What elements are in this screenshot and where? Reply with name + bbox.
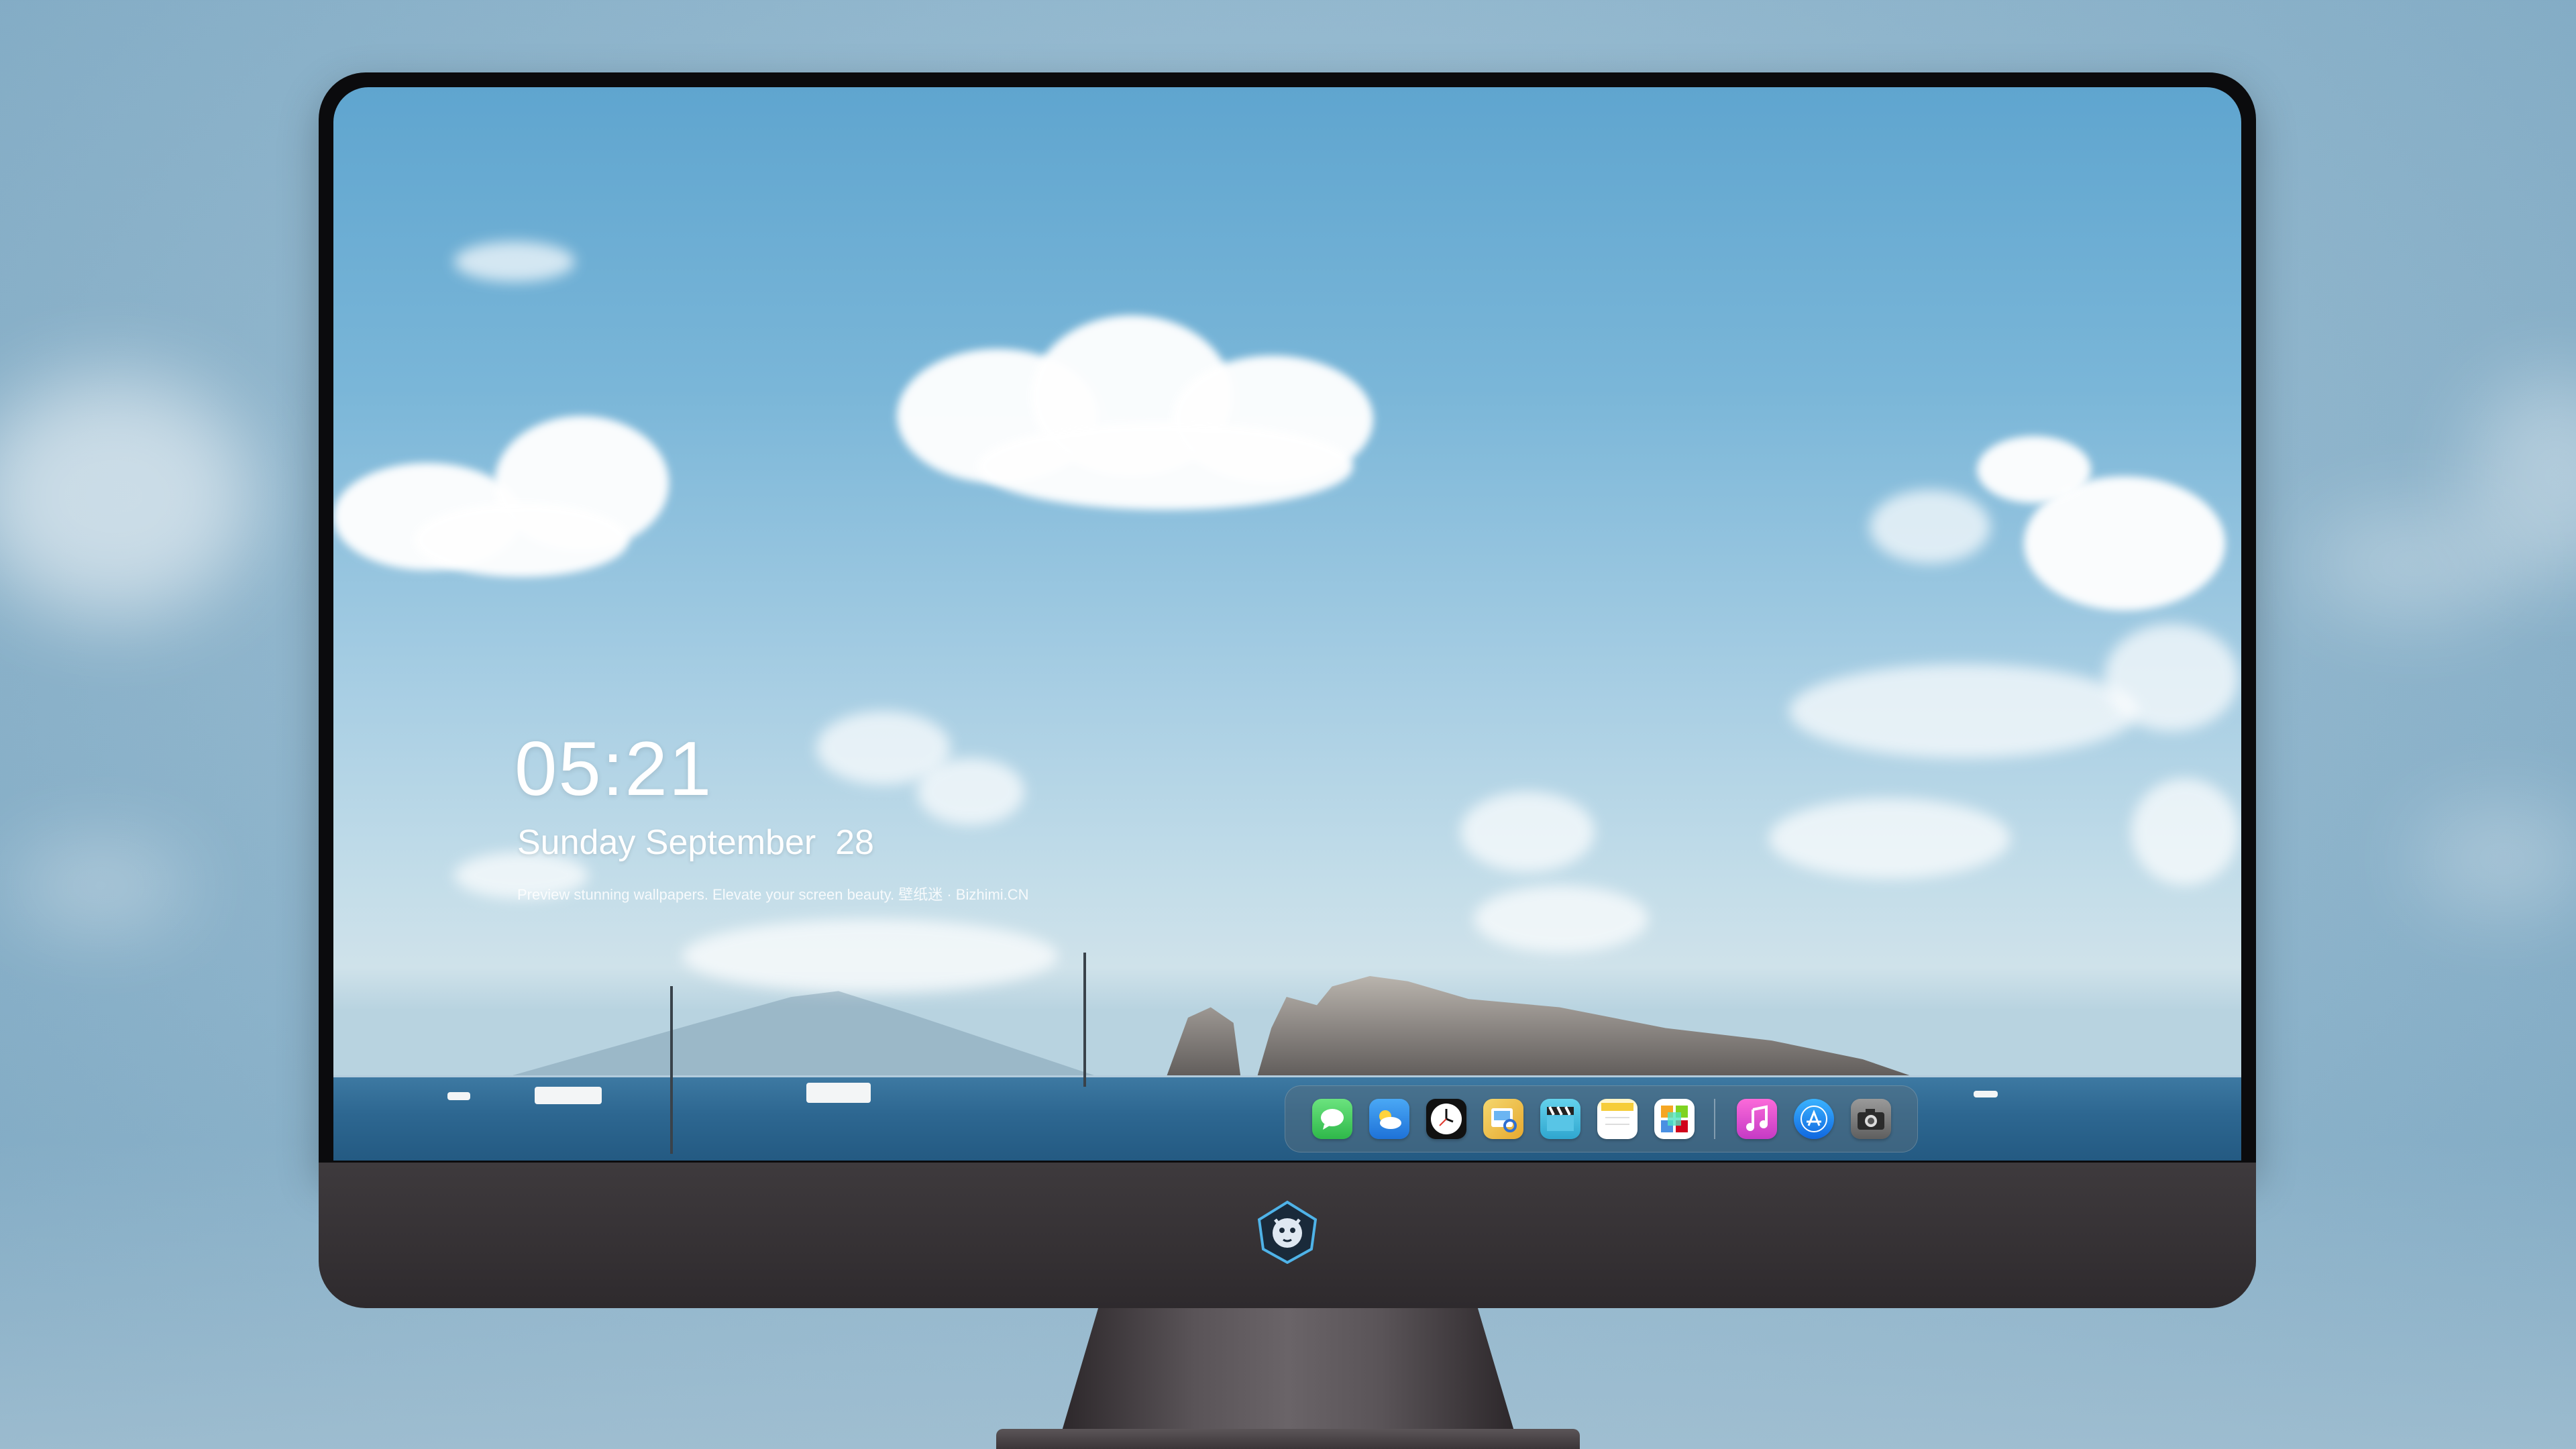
cloud [1870, 490, 1990, 564]
cloud [917, 758, 1024, 825]
cloud [1789, 664, 2138, 758]
monitor-stand [1057, 1308, 1519, 1449]
monitor-base [996, 1429, 1580, 1449]
app-store-icon[interactable] [1794, 1099, 1834, 1139]
wallpaper-tagline: Preview stunning wallpapers. Elevate you… [517, 886, 1029, 903]
date-label: Sunday September 28 [517, 823, 874, 862]
background-cloud [2308, 510, 2522, 617]
clock-time: 05:21 [515, 727, 713, 812]
background-cloud [13, 845, 188, 926]
rock-island [1165, 976, 1923, 1080]
boat [1974, 1091, 1998, 1097]
cloud [682, 919, 1058, 993]
messages-icon[interactable] [1312, 1099, 1352, 1139]
distant-mountain [508, 991, 1098, 1077]
shield-mascot-icon [1257, 1200, 1318, 1264]
monitor: 05:21 Sunday September 28 Preview stunni… [319, 72, 2256, 1449]
boat [447, 1092, 470, 1100]
desktop-screen: 05:21 Sunday September 28 Preview stunni… [333, 87, 2241, 1161]
clapperboard-icon[interactable] [1540, 1099, 1580, 1139]
background-cloud [2415, 805, 2576, 912]
camera-icon[interactable] [1851, 1099, 1891, 1139]
preview-icon[interactable] [1483, 1099, 1523, 1139]
cloud [2104, 624, 2239, 731]
notes-icon[interactable] [1597, 1099, 1638, 1139]
cloud [2131, 778, 2239, 885]
photos-icon[interactable] [1654, 1099, 1695, 1139]
sailboat-mast [1083, 953, 1086, 1087]
dock [1285, 1085, 1918, 1152]
music-icon[interactable] [1737, 1099, 1777, 1139]
boat [806, 1083, 871, 1103]
cloud [454, 241, 575, 282]
horizon-line [333, 1075, 2241, 1077]
clock-icon[interactable] [1426, 1099, 1466, 1139]
cloud [1977, 436, 2091, 503]
background-cloud [0, 376, 255, 617]
cloud [1460, 792, 1595, 872]
boat [535, 1087, 602, 1104]
dock-separator [1714, 1099, 1715, 1139]
weather-icon[interactable] [1369, 1099, 1409, 1139]
cloud [414, 503, 629, 577]
sailboat-mast [670, 986, 673, 1154]
cloud [1474, 885, 1648, 953]
cloud [1769, 798, 2010, 879]
cloud [977, 423, 1353, 510]
